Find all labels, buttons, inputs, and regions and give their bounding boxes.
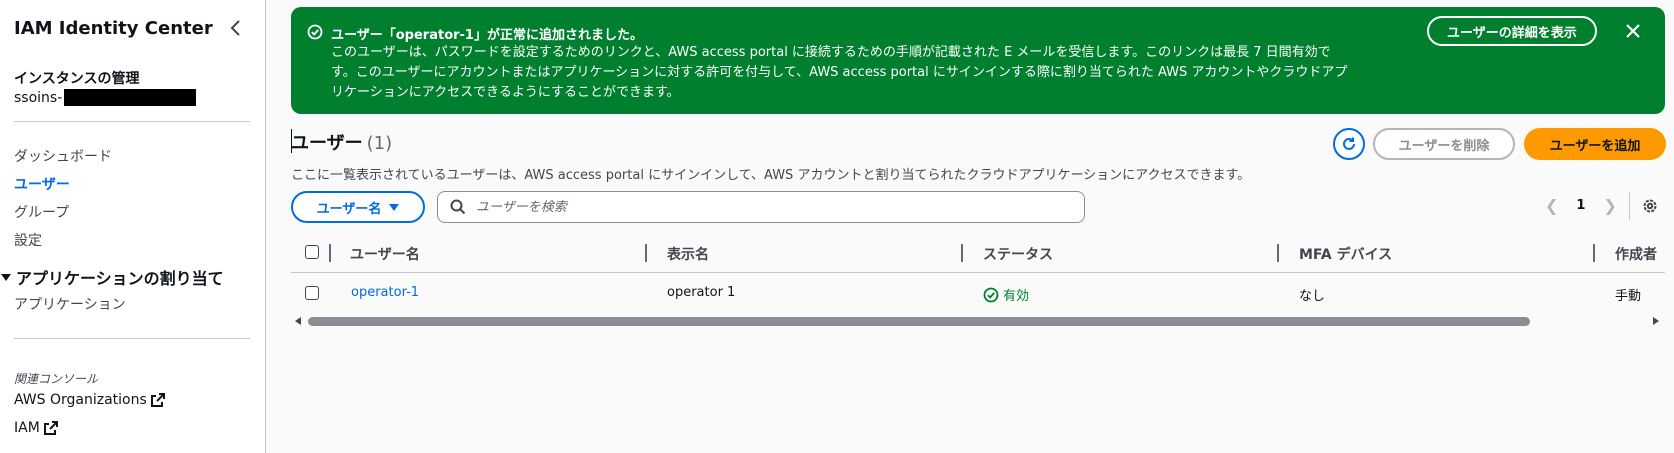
link-iam[interactable]: IAM	[14, 420, 58, 436]
row-select-checkbox[interactable]	[305, 286, 319, 300]
status-cell: 有効	[983, 285, 1029, 304]
external-link-icon	[43, 421, 58, 435]
page-title-text: ユーザー	[291, 133, 363, 154]
column-separator[interactable]	[961, 244, 963, 262]
column-separator[interactable]	[1593, 244, 1595, 262]
banner-title: ユーザー「operator-1」が正常に追加されました。	[331, 28, 643, 43]
status-text: 有効	[1003, 289, 1030, 304]
collapse-sidebar-icon[interactable]	[228, 18, 244, 38]
refresh-icon	[1343, 137, 1355, 150]
created-by-cell: 手動	[1615, 289, 1642, 304]
banner-message-line: す。このユーザーにアカウントまたはアプリケーションに対する許可を付与して、AWS…	[331, 65, 1348, 80]
column-header-username[interactable]: ユーザー名	[350, 244, 420, 264]
instance-section-label: インスタンスの管理	[14, 71, 140, 87]
column-separator[interactable]	[1277, 244, 1279, 262]
username-link[interactable]: operator-1	[351, 285, 419, 300]
delete-users-button[interactable]: ユーザーを削除	[1373, 128, 1515, 160]
sidebar-divider	[14, 338, 250, 339]
scroll-right-arrow[interactable]	[1653, 317, 1659, 325]
nav-users[interactable]: ユーザー	[14, 174, 70, 194]
success-flash-banner: ユーザー「operator-1」が正常に追加されました。 このユーザーは、パスワ…	[291, 7, 1665, 114]
select-all-checkbox[interactable]	[305, 245, 319, 259]
instance-id: ssoins-	[14, 89, 197, 106]
search-icon	[450, 199, 466, 215]
banner-message-line: リケーションにアクセスできるようにすることができます。	[331, 85, 680, 100]
nav-applications[interactable]: アプリケーション	[14, 294, 126, 314]
caret-down-icon	[389, 203, 400, 211]
column-header-status[interactable]: ステータス	[983, 244, 1053, 264]
search-field[interactable]	[437, 191, 1085, 223]
nav-groups[interactable]: グループ	[14, 202, 69, 222]
user-count: (1)	[366, 133, 393, 154]
redacted-block	[64, 89, 197, 106]
property-filter-label: ユーザー名	[316, 201, 382, 217]
column-header-display-name[interactable]: 表示名	[667, 244, 709, 264]
property-filter-select[interactable]: ユーザー名	[291, 191, 425, 223]
current-page-number[interactable]: 1	[1576, 198, 1585, 213]
mfa-cell: なし	[1299, 289, 1326, 304]
banner-message-line: このユーザーは、パスワードを設定するためのリンクと、AWS access por…	[331, 45, 1331, 60]
page-title: ユーザー (1)	[291, 129, 392, 155]
close-icon[interactable]	[1624, 22, 1642, 40]
column-separator	[329, 244, 331, 262]
sidebar: IAM Identity Center インスタンスの管理 ssoins- ダッ…	[0, 0, 266, 453]
refresh-button[interactable]	[1333, 128, 1365, 160]
external-link-icon	[150, 393, 165, 407]
link-label: IAM	[14, 420, 40, 436]
column-separator[interactable]	[645, 244, 647, 262]
search-input[interactable]	[474, 198, 1058, 216]
link-label: AWS Organizations	[14, 392, 147, 408]
related-consoles-label: 関連コンソール	[14, 372, 99, 386]
column-header-created-by[interactable]: 作成者	[1615, 244, 1657, 264]
nav-settings[interactable]: 設定	[14, 230, 42, 250]
nav-group-app-assignments[interactable]: アプリケーションの割り当て	[0, 265, 224, 289]
add-user-button[interactable]: ユーザーを追加	[1524, 128, 1666, 160]
success-check-icon	[307, 24, 323, 40]
link-aws-organizations[interactable]: AWS Organizations	[14, 392, 165, 408]
next-page-icon[interactable]: ❯	[1603, 196, 1616, 215]
table-header-divider	[291, 272, 1665, 273]
sidebar-title[interactable]: IAM Identity Center	[14, 18, 213, 39]
success-check-icon	[983, 287, 999, 302]
banner-message: このユーザーは、パスワードを設定するためのリンクと、AWS access por…	[331, 43, 1411, 103]
instance-id-prefix: ssoins-	[14, 89, 63, 106]
previous-page-icon[interactable]: ❮	[1545, 196, 1558, 215]
display-name-cell: operator 1	[667, 285, 736, 300]
nav-dashboard[interactable]: ダッシュボード	[14, 146, 112, 166]
sidebar-divider	[14, 121, 250, 122]
view-user-details-button[interactable]: ユーザーの詳細を表示	[1427, 16, 1597, 46]
scroll-left-arrow[interactable]	[295, 317, 301, 325]
pager-divider	[1629, 192, 1630, 220]
gear-icon[interactable]	[1641, 197, 1659, 215]
pagination: ❮ 1 ❯	[1545, 196, 1617, 215]
nav-group-title: アプリケーションの割り当て	[16, 269, 224, 288]
page-description: ここに一覧表示されているユーザーは、AWS access portal にサイン…	[291, 168, 1251, 183]
caret-down-icon	[1, 273, 11, 281]
horizontal-scrollbar[interactable]	[308, 317, 1530, 326]
column-header-mfa-devices[interactable]: MFA デバイス	[1299, 244, 1392, 264]
